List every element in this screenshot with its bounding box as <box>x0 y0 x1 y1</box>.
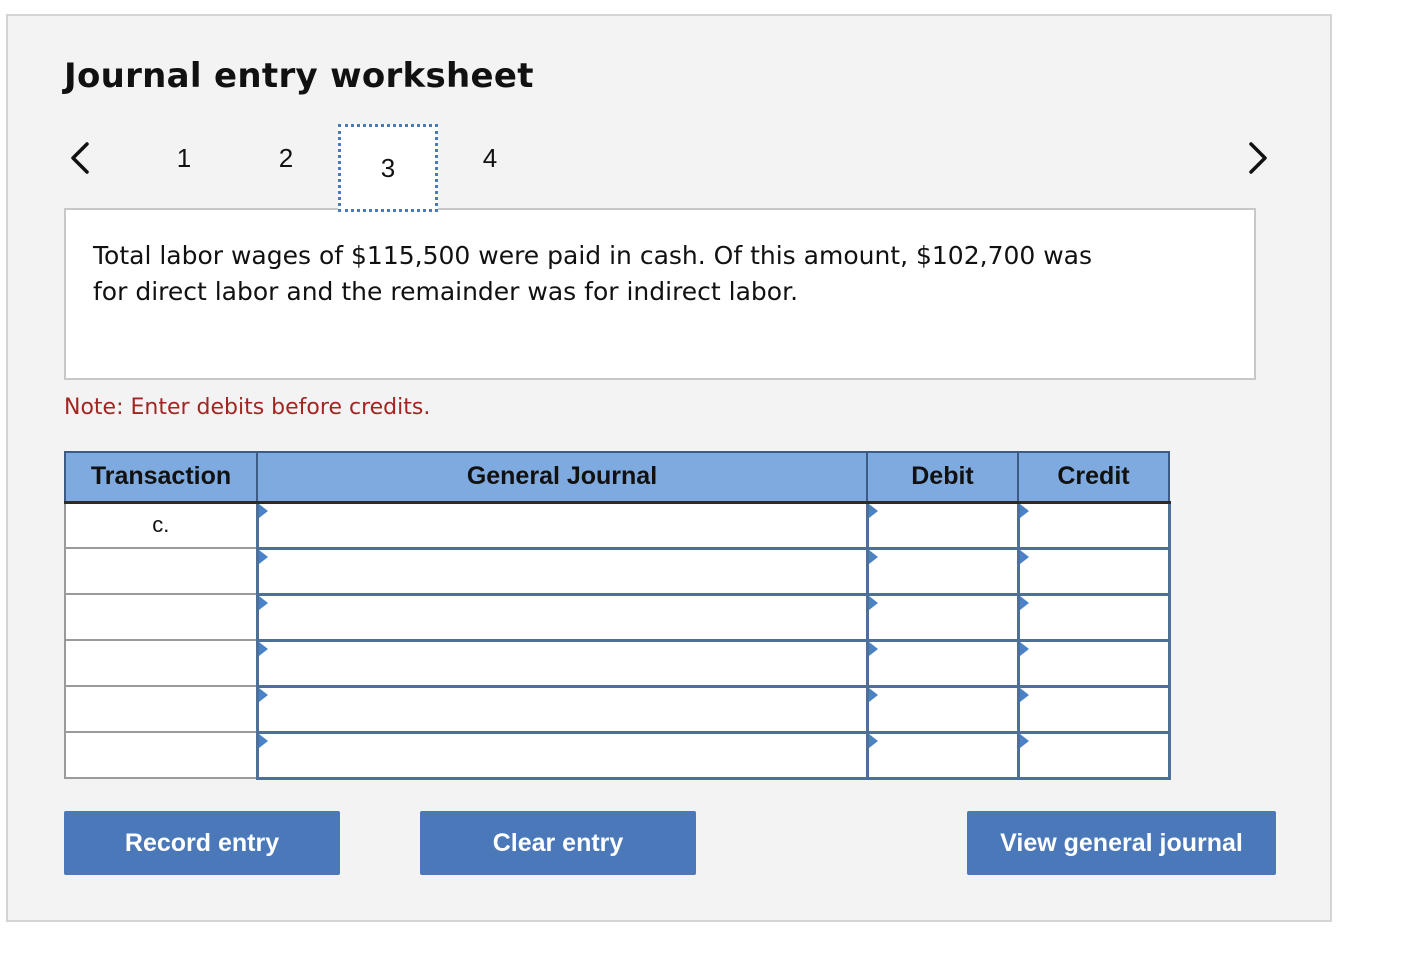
account-cell[interactable] <box>255 684 869 734</box>
credit-cell[interactable] <box>1016 546 1171 596</box>
account-dropdown-input[interactable] <box>258 641 866 685</box>
table-header-row: Transaction General Journal Debit Credit <box>64 451 1170 504</box>
account-cell[interactable] <box>255 500 869 550</box>
debit-input[interactable] <box>868 549 1017 593</box>
entry-note: Note: Enter debits before credits. <box>64 395 431 420</box>
transaction-cell <box>64 593 258 641</box>
account-dropdown-input[interactable] <box>258 595 866 639</box>
debit-input[interactable] <box>868 733 1017 777</box>
transaction-cell <box>64 639 258 687</box>
debit-cell[interactable] <box>865 638 1020 688</box>
debit-input[interactable] <box>868 503 1017 547</box>
credit-input[interactable] <box>1019 641 1168 685</box>
account-dropdown-input[interactable] <box>258 503 866 547</box>
account-dropdown-input[interactable] <box>258 549 866 593</box>
account-dropdown-input[interactable] <box>258 687 866 731</box>
transaction-cell <box>64 731 258 779</box>
debit-cell[interactable] <box>865 684 1020 734</box>
chevron-left-icon <box>71 142 89 174</box>
debit-input[interactable] <box>868 687 1017 731</box>
credit-input[interactable] <box>1019 503 1168 547</box>
account-dropdown-input[interactable] <box>258 733 866 777</box>
table-row <box>64 546 1171 596</box>
transaction-cell: c. <box>64 501 258 549</box>
account-cell[interactable] <box>255 592 869 642</box>
transaction-cell <box>64 547 258 595</box>
page-tab-4[interactable]: 4 <box>440 128 540 188</box>
debit-cell[interactable] <box>865 592 1020 642</box>
account-cell[interactable] <box>255 730 869 780</box>
credit-cell[interactable] <box>1016 730 1171 780</box>
header-debit: Debit <box>866 451 1019 504</box>
credit-cell[interactable] <box>1016 592 1171 642</box>
account-cell[interactable] <box>255 546 869 596</box>
page-tab-3-active[interactable]: 3 <box>338 124 438 212</box>
record-entry-button[interactable]: Record entry <box>64 811 340 875</box>
credit-cell[interactable] <box>1016 500 1171 550</box>
credit-input[interactable] <box>1019 687 1168 731</box>
journal-entry-table: Transaction General Journal Debit Credit… <box>64 451 1171 780</box>
credit-cell[interactable] <box>1016 638 1171 688</box>
page-title: Journal entry worksheet <box>64 56 534 96</box>
credit-input[interactable] <box>1019 549 1168 593</box>
table-row <box>64 638 1171 688</box>
table-row: c. <box>64 500 1171 550</box>
debit-input[interactable] <box>868 641 1017 685</box>
page-tab-1[interactable]: 1 <box>134 128 234 188</box>
debit-cell[interactable] <box>865 500 1020 550</box>
account-cell[interactable] <box>255 638 869 688</box>
header-general-journal: General Journal <box>256 451 868 504</box>
debit-input[interactable] <box>868 595 1017 639</box>
table-row <box>64 592 1171 642</box>
transaction-description-box: Total labor wages of $115,500 were paid … <box>64 208 1256 380</box>
header-transaction: Transaction <box>64 451 258 504</box>
debit-cell[interactable] <box>865 730 1020 780</box>
prev-page-button[interactable] <box>62 140 98 176</box>
debit-cell[interactable] <box>865 546 1020 596</box>
transaction-cell <box>64 685 258 733</box>
clear-entry-button[interactable]: Clear entry <box>420 811 696 875</box>
next-page-button[interactable] <box>1240 140 1276 176</box>
credit-input[interactable] <box>1019 595 1168 639</box>
credit-cell[interactable] <box>1016 684 1171 734</box>
table-row <box>64 684 1171 734</box>
view-general-journal-button[interactable]: View general journal <box>967 811 1276 875</box>
chevron-right-icon <box>1249 142 1267 174</box>
header-credit: Credit <box>1017 451 1170 504</box>
page-tab-2[interactable]: 2 <box>236 128 336 188</box>
table-row <box>64 730 1171 780</box>
transaction-description: Total labor wages of $115,500 were paid … <box>93 241 1093 306</box>
credit-input[interactable] <box>1019 733 1168 777</box>
